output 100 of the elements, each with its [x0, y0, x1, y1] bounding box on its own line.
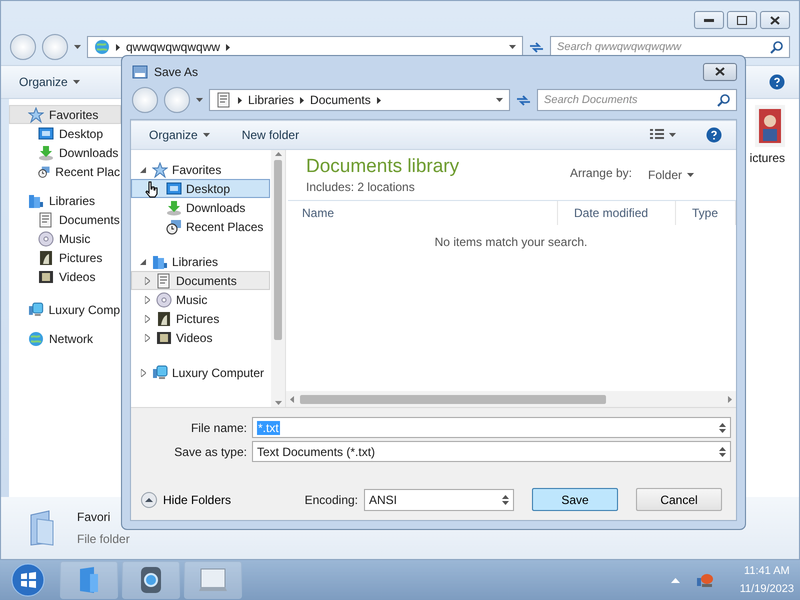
computer-icon [152, 364, 168, 380]
collapsed-arrow-icon[interactable] [140, 368, 146, 376]
collapsed-arrow-icon[interactable] [144, 296, 150, 304]
field-label: Encoding: [304, 492, 358, 506]
expanded-arrow-icon[interactable] [140, 166, 146, 172]
arrange-dropdown[interactable]: Folder [646, 166, 696, 184]
caret-icon [72, 80, 80, 84]
forward-button[interactable] [42, 34, 68, 60]
spin-icon [502, 494, 509, 504]
breadcrumb[interactable]: Libraries [248, 93, 294, 107]
tree-item[interactable]: Music [131, 290, 270, 309]
collapsed-arrow-icon[interactable] [144, 334, 150, 342]
nav-item[interactable]: Network [9, 329, 121, 348]
scroll-up-icon[interactable] [274, 152, 282, 156]
disc-icon [156, 292, 172, 308]
arrange-label: Arrange by: [570, 166, 632, 182]
maximize-button[interactable] [727, 11, 757, 29]
clock-time: 11:41 AM [744, 565, 790, 577]
breadcrumb[interactable]: qwwqwqwqwqww [126, 40, 220, 54]
save-type-dropdown[interactable]: Text Documents (*.txt) [252, 441, 731, 462]
nav-item[interactable]: Favorites [9, 105, 121, 124]
library-icon [28, 192, 44, 208]
tree-item[interactable]: Documents [131, 271, 270, 290]
address-bar[interactable]: Libraries Documents [209, 89, 510, 111]
tree-item[interactable]: Desktop [131, 179, 270, 198]
floppy-icon [132, 64, 148, 78]
star-icon [152, 162, 168, 178]
folder-name[interactable]: ictures [750, 151, 785, 165]
tree-item[interactable]: Luxury Computer [131, 363, 270, 382]
nav-item[interactable]: Music [9, 229, 121, 248]
search-icon [770, 40, 783, 54]
column-header[interactable]: Date modified [558, 201, 676, 225]
column-header[interactable]: Type [676, 201, 736, 225]
tray-arrow-icon[interactable] [670, 578, 680, 582]
clock-icon [38, 164, 50, 180]
monitor-icon [38, 126, 54, 142]
caret-icon [509, 45, 516, 49]
folder-icon [78, 566, 100, 594]
refresh-icon [529, 40, 544, 54]
breadcrumb[interactable]: Documents [310, 93, 371, 107]
nav-item[interactable]: Libraries [9, 191, 121, 210]
spin-icon [719, 446, 726, 456]
network-icon[interactable] [696, 572, 714, 588]
close-button[interactable] [703, 62, 737, 80]
organize-button[interactable]: Organize [147, 126, 212, 144]
encoding-dropdown[interactable]: ANSI [364, 488, 514, 510]
tree-item[interactable]: Favorites [131, 160, 270, 179]
chevron-icon [300, 96, 304, 104]
tree-item[interactable]: Libraries [131, 252, 270, 271]
back-button[interactable] [132, 87, 158, 113]
tree-item[interactable]: Videos [131, 328, 270, 347]
expanded-arrow-icon[interactable] [140, 258, 146, 264]
spin-icon [719, 422, 726, 432]
scroll-down-icon[interactable] [274, 401, 282, 405]
document-icon [156, 272, 172, 288]
forward-button[interactable] [164, 87, 190, 113]
field-label: Save as type: [173, 444, 247, 458]
tree-item[interactable]: Downloads [131, 198, 270, 217]
empty-message: No items match your search. [434, 235, 588, 249]
taskbar-button[interactable] [122, 561, 180, 599]
new-folder-button[interactable]: New folder [240, 126, 302, 144]
scrollbar-thumb[interactable] [274, 160, 282, 340]
hide-folders-button[interactable]: Hide Folders [141, 492, 232, 508]
help-icon[interactable] [769, 74, 785, 90]
collapsed-arrow-icon[interactable] [144, 276, 150, 284]
caret-icon [202, 133, 210, 137]
close-icon [715, 67, 725, 76]
nav-item[interactable]: Documents [9, 210, 121, 229]
nav-item[interactable]: Pictures [9, 248, 121, 267]
scroll-right-icon[interactable] [728, 396, 732, 402]
photo-icon [38, 250, 54, 266]
chevron-icon [238, 96, 242, 104]
window-title: Save As [154, 64, 198, 78]
library-subtitle: Includes: 2 locations [306, 180, 416, 194]
clock-icon [166, 218, 182, 234]
nav-item[interactable]: Downloads [9, 143, 121, 162]
field-label: File name: [190, 420, 247, 434]
scrollbar-thumb[interactable] [300, 394, 606, 404]
nav-item[interactable]: Recent Plac [9, 162, 121, 181]
cancel-button[interactable]: Cancel [636, 488, 722, 511]
details-name: Favori [77, 510, 112, 524]
close-button[interactable] [760, 11, 790, 29]
tree-item[interactable]: Pictures [131, 309, 270, 328]
film-icon [38, 268, 54, 284]
column-header[interactable]: Name [286, 201, 558, 225]
help-icon[interactable] [706, 127, 722, 143]
organize-button[interactable]: Organize [17, 73, 82, 91]
taskbar-button[interactable] [184, 561, 242, 599]
folder-icon [29, 509, 55, 547]
monitor-icon [166, 180, 182, 196]
nav-item[interactable]: Videos [9, 267, 121, 286]
tree-item[interactable]: Recent Places [131, 217, 270, 236]
document-icon [216, 92, 232, 108]
save-button[interactable]: Save [532, 488, 618, 511]
collapsed-arrow-icon[interactable] [144, 314, 150, 322]
minimize-button[interactable] [694, 11, 724, 29]
back-button[interactable] [10, 34, 36, 60]
nav-item[interactable]: Luxury Comp [9, 300, 121, 319]
nav-item[interactable]: Desktop [9, 124, 121, 143]
scroll-left-icon[interactable] [290, 396, 294, 402]
